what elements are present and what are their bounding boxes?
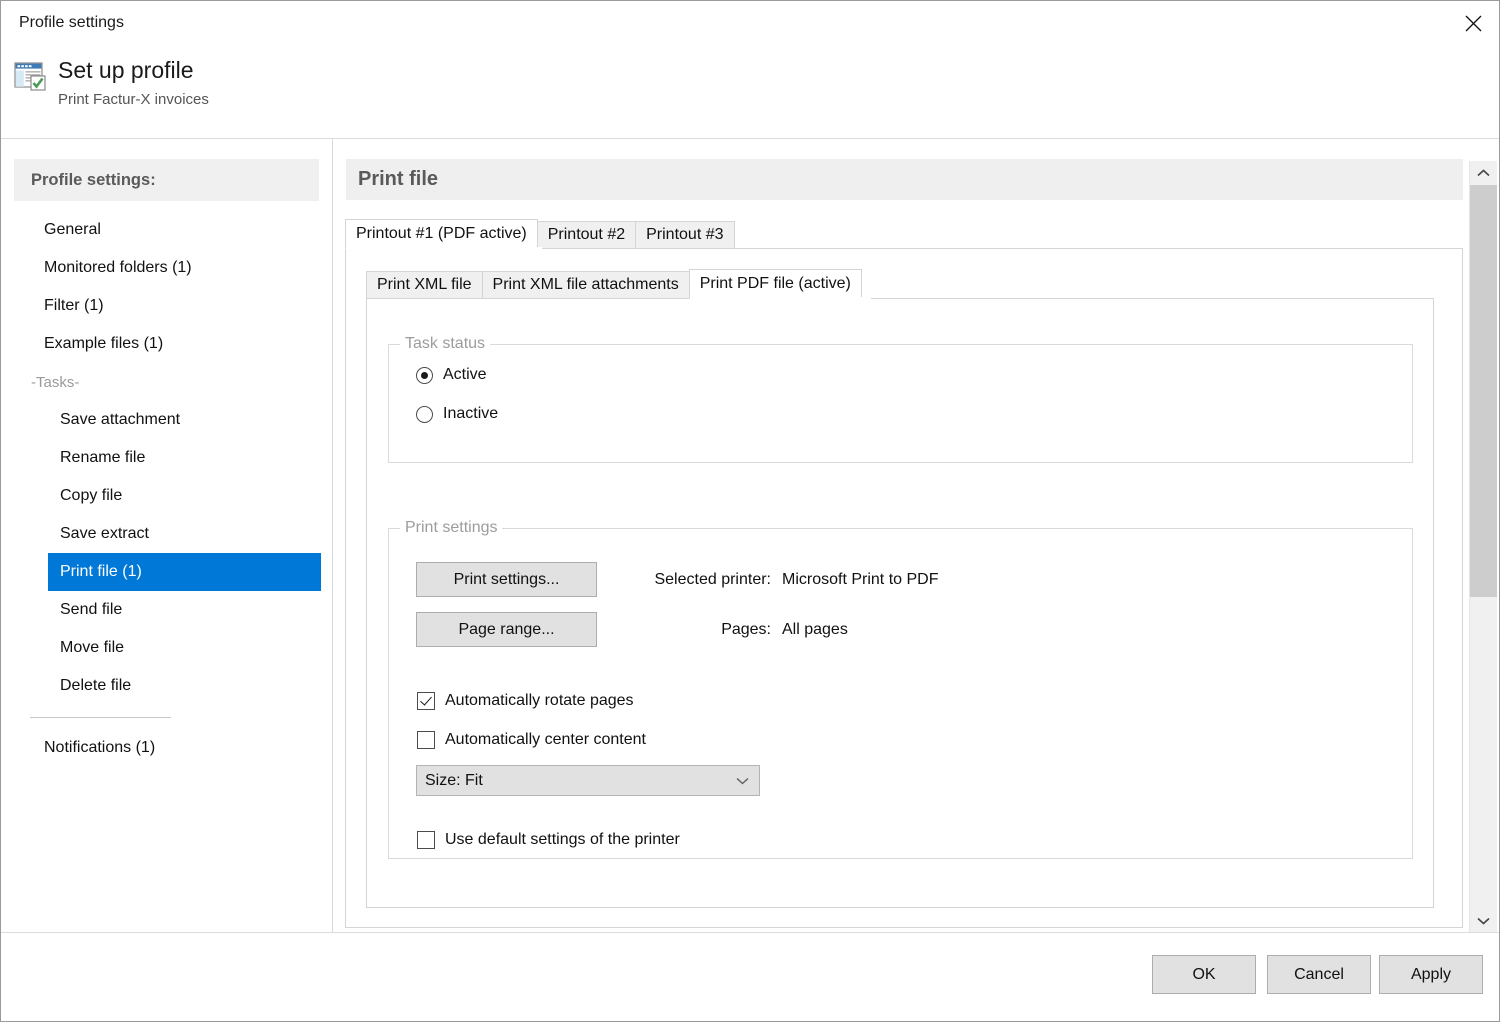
- dialog-header: Set up profile Print Factur-X invoices: [1, 47, 1499, 139]
- window-title: Profile settings: [19, 14, 124, 31]
- print-settings-button[interactable]: Print settings...: [416, 562, 597, 597]
- checkbox-indicator: [417, 831, 435, 849]
- pages-label: Pages:: [721, 621, 771, 638]
- cancel-button[interactable]: Cancel: [1267, 955, 1371, 994]
- sidebar-header: Profile settings:: [14, 159, 319, 201]
- apply-button[interactable]: Apply: [1379, 955, 1483, 994]
- print-type-tabstrip: Print XML file Print XML file attachment…: [366, 269, 862, 299]
- pages-value: All pages: [782, 621, 848, 638]
- sidebar-item-label: Notifications (1): [44, 739, 156, 756]
- sidebar-item-label: Monitored folders (1): [44, 259, 192, 276]
- selected-printer-label: Selected printer:: [654, 571, 771, 588]
- sidebar-item-label: Example files (1): [44, 335, 164, 352]
- task-status-legend: Task status: [400, 335, 491, 353]
- sidebar-item-move-file[interactable]: Move file: [1, 629, 332, 667]
- size-select-value: Size: Fit: [425, 771, 483, 789]
- tab-printout-3[interactable]: Printout #3: [635, 221, 735, 249]
- print-settings-groupbox: Print settings Print settings... Page ra…: [388, 519, 1413, 859]
- print-settings-legend: Print settings: [400, 519, 503, 537]
- content-title-label: Print file: [358, 168, 439, 190]
- sidebar-item-label: Print file (1): [60, 563, 142, 580]
- checkbox-auto-rotate-pages[interactable]: Automatically rotate pages: [417, 692, 634, 710]
- radio-indicator: [416, 405, 433, 423]
- sidebar-item-print-file[interactable]: Print file (1): [48, 553, 321, 591]
- checkbox-use-default-printer-settings[interactable]: Use default settings of the printer: [417, 831, 680, 849]
- size-select[interactable]: Size: Fit: [416, 765, 760, 796]
- tab-printout-1[interactable]: Printout #1 (PDF active): [345, 219, 538, 249]
- sidebar-item-label: Delete file: [60, 677, 132, 694]
- tab-print-pdf-file[interactable]: Print PDF file (active): [688, 269, 862, 299]
- main-content: Print file Printout #1 (PDF active) Prin…: [333, 139, 1499, 934]
- dialog-footer: OK Cancel Apply: [1, 932, 1499, 1021]
- sidebar-item-notifications[interactable]: Notifications (1): [1, 729, 332, 767]
- tab-label: Print XML file: [377, 276, 472, 293]
- checkbox-indicator: [417, 731, 435, 749]
- tab-printout-2[interactable]: Printout #2: [536, 221, 637, 249]
- checkbox-label: Automatically rotate pages: [445, 692, 634, 709]
- sidebar-item-copy-file[interactable]: Copy file: [1, 477, 332, 515]
- printout-tabstrip: Printout #1 (PDF active) Printout #2 Pri…: [345, 219, 1463, 249]
- sidebar-item-save-extract[interactable]: Save extract: [1, 515, 332, 553]
- page-subtitle: Print Factur-X invoices: [58, 91, 209, 108]
- page-range-button[interactable]: Page range...: [416, 612, 597, 647]
- sidebar-divider: [30, 717, 171, 718]
- sidebar-section-tasks: -Tasks-: [1, 363, 332, 401]
- sidebar-item-general[interactable]: General: [1, 211, 332, 249]
- tab-label: Printout #1 (PDF active): [356, 225, 527, 242]
- content-scrollbar[interactable]: [1469, 161, 1497, 933]
- sidebar-item-label: Save extract: [60, 525, 149, 542]
- sidebar-item-rename-file[interactable]: Rename file: [1, 439, 332, 477]
- tab-label: Print PDF file (active): [699, 275, 851, 292]
- radio-indicator: [416, 366, 433, 384]
- sidebar-item-label: Copy file: [60, 487, 123, 504]
- page-title: Set up profile: [58, 57, 194, 83]
- sidebar-item-label: Save attachment: [60, 411, 181, 428]
- tab-label: Printout #3: [646, 226, 724, 243]
- scrollbar-thumb[interactable]: [1470, 185, 1497, 597]
- sidebar-nav-list: General Monitored folders (1) Filter (1)…: [1, 211, 332, 767]
- sidebar-item-example-files[interactable]: Example files (1): [1, 325, 332, 363]
- checkbox-label: Automatically center content: [445, 731, 646, 748]
- printout-1-panel: Print XML file Print XML file attachment…: [345, 248, 1463, 928]
- sidebar-item-label: Filter (1): [44, 297, 104, 314]
- tab-print-xml-file[interactable]: Print XML file: [366, 271, 483, 299]
- print-pdf-file-panel: Task status Active Inactive Print settin…: [366, 298, 1434, 908]
- tab-print-xml-file-attachments[interactable]: Print XML file attachments: [481, 271, 690, 299]
- sidebar-item-monitored-folders[interactable]: Monitored folders (1): [1, 249, 332, 287]
- checkbox-label: Use default settings of the printer: [445, 831, 680, 848]
- close-icon[interactable]: [1447, 1, 1499, 45]
- sidebar-item-delete-file[interactable]: Delete file: [1, 667, 332, 705]
- chevron-up-icon[interactable]: [1470, 161, 1497, 185]
- radio-label: Inactive: [443, 405, 499, 422]
- sidebar-item-save-attachment[interactable]: Save attachment: [1, 401, 332, 439]
- sidebar-header-label: Profile settings:: [31, 170, 156, 189]
- radio-inactive[interactable]: Inactive: [416, 405, 498, 423]
- chevron-down-icon: [736, 777, 749, 785]
- ok-button[interactable]: OK: [1152, 955, 1256, 994]
- sidebar-item-filter[interactable]: Filter (1): [1, 287, 332, 325]
- checkbox-indicator: [417, 692, 435, 710]
- inner-tab-notch: [702, 297, 871, 299]
- radio-label: Active: [443, 366, 487, 383]
- sidebar-section-label: -Tasks-: [31, 373, 80, 391]
- chevron-down-icon[interactable]: [1470, 909, 1497, 933]
- outer-tab-notch: [346, 247, 542, 249]
- profile-window-check-icon: [12, 58, 48, 94]
- sidebar-item-send-file[interactable]: Send file: [1, 591, 332, 629]
- selected-printer-value: Microsoft Print to PDF: [782, 571, 939, 588]
- sidebar-item-label: Rename file: [60, 449, 146, 466]
- sidebar-item-label: Move file: [60, 639, 125, 656]
- sidebar-item-label: Send file: [60, 601, 123, 618]
- sidebar: Profile settings: General Monitored fold…: [1, 139, 333, 934]
- profile-settings-dialog: Profile settings Set up profile Print Fa…: [0, 0, 1500, 1022]
- checkbox-auto-center-content[interactable]: Automatically center content: [417, 731, 646, 749]
- task-status-groupbox: Task status Active Inactive: [388, 335, 1413, 463]
- radio-active[interactable]: Active: [416, 366, 487, 384]
- tab-label: Print XML file attachments: [492, 276, 679, 293]
- sidebar-item-label: General: [44, 221, 101, 238]
- content-title-bar: Print file: [346, 159, 1463, 200]
- tab-label: Printout #2: [547, 226, 626, 243]
- title-bar: Profile settings: [1, 1, 1499, 47]
